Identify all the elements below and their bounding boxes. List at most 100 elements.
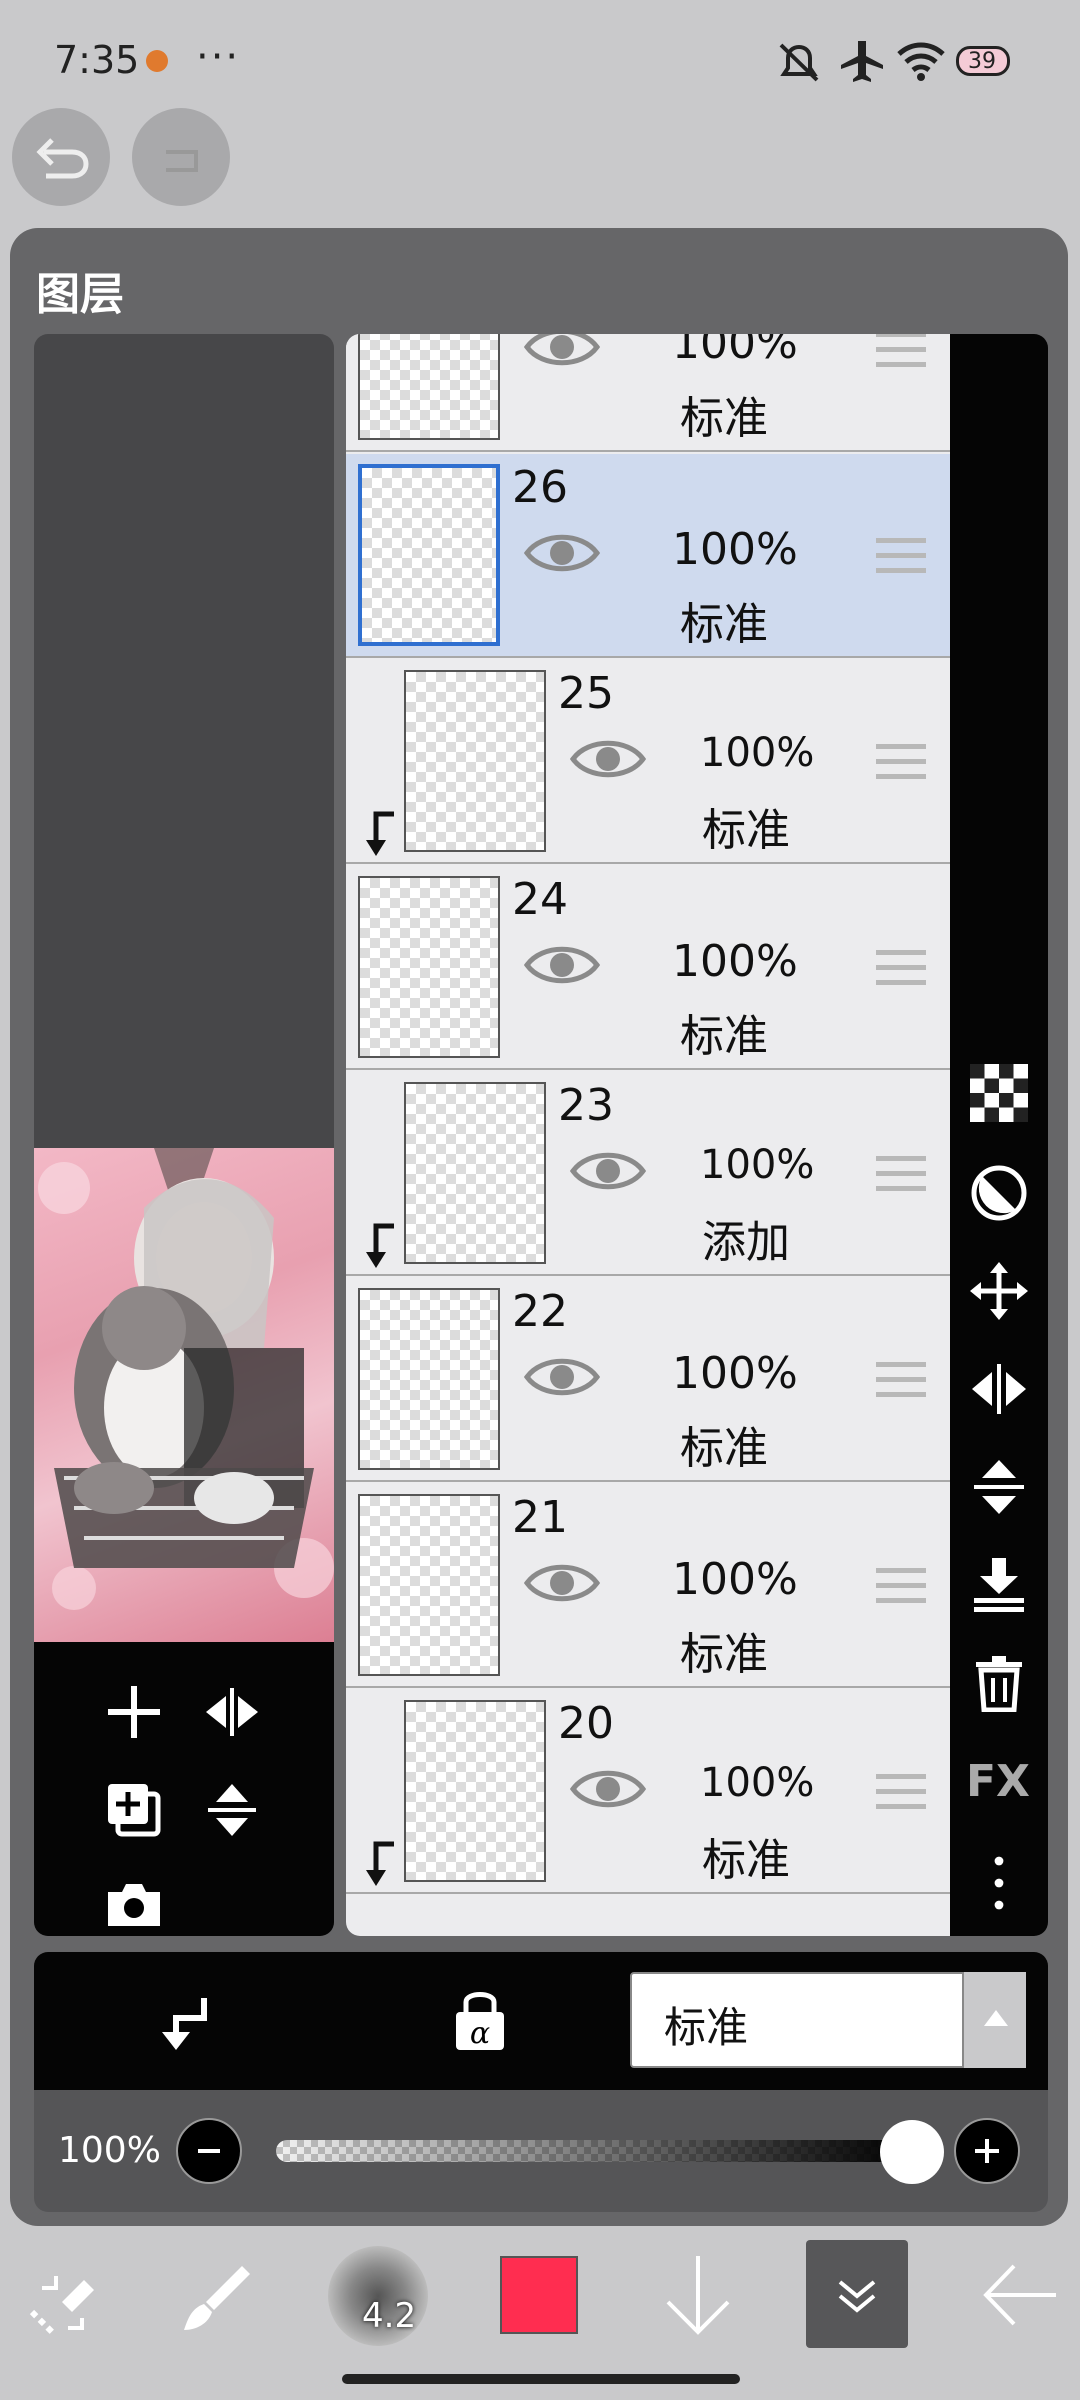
svg-text:α: α	[470, 2016, 490, 2051]
layer-opacity: 100%	[672, 1554, 798, 1605]
visibility-eye-icon[interactable]	[524, 1558, 600, 1608]
collapse-icon[interactable]	[834, 2276, 880, 2318]
layer-number: 23	[558, 1080, 614, 1131]
visibility-eye-icon[interactable]	[570, 1764, 646, 1814]
half-circle-icon[interactable]	[970, 1164, 1028, 1222]
visibility-eye-icon[interactable]	[524, 528, 600, 578]
opacity-increase-button[interactable]	[954, 2118, 1020, 2184]
fx-icon[interactable]: FX	[966, 1756, 1036, 1814]
opacity-label: 100%	[58, 2130, 161, 2171]
move-icon[interactable]	[970, 1262, 1028, 1320]
clip-arrow-icon	[366, 1841, 394, 1886]
transform-tool-icon[interactable]	[22, 2262, 102, 2342]
layer-thumbnail[interactable]	[404, 670, 546, 852]
layer-thumbnail[interactable]	[404, 1082, 546, 1264]
plus-icon	[975, 2139, 999, 2163]
drag-handle-icon[interactable]	[874, 946, 928, 990]
fx-label: FX	[966, 1756, 1030, 1807]
redo-button[interactable]	[132, 108, 230, 206]
layer-thumbnail[interactable]	[358, 1494, 500, 1676]
blend-mode-value: 标准	[664, 2003, 749, 2052]
triangle-up-icon	[984, 2010, 1008, 2026]
add-layer-icon[interactable]	[104, 1682, 164, 1742]
layer-blend-mode: 标准	[680, 393, 768, 444]
flip-vertical-icon[interactable]	[202, 1780, 262, 1840]
arrow-down-icon[interactable]	[660, 2252, 736, 2338]
layer-opacity: 100%	[700, 1142, 815, 1188]
undo-button[interactable]	[12, 108, 110, 206]
layer-number: 20	[558, 1698, 614, 1749]
layer-number: 24	[512, 874, 568, 925]
battery-icon: 39	[956, 46, 1010, 76]
notification-icon	[146, 50, 168, 72]
layer-thumbnail[interactable]	[404, 1700, 546, 1882]
drag-handle-icon[interactable]	[874, 1152, 928, 1196]
flip-horizontal-icon[interactable]	[970, 1360, 1028, 1418]
visibility-eye-icon[interactable]	[570, 734, 646, 784]
layer-blend-mode: 标准	[680, 1629, 768, 1680]
mute-icon	[779, 43, 819, 82]
layer-opacity: 100%	[672, 936, 798, 987]
layer-tools-box	[34, 1642, 334, 1936]
layer-blend-mode: 标准	[702, 805, 790, 856]
layer-number: 22	[512, 1286, 568, 1337]
duplicate-layer-icon[interactable]	[104, 1780, 164, 1840]
layer-row[interactable]: 21 100% 标准	[346, 1484, 950, 1688]
drag-handle-icon[interactable]	[874, 334, 928, 372]
visibility-eye-icon[interactable]	[524, 334, 600, 372]
layer-thumbnail[interactable]	[358, 876, 500, 1058]
artwork-thumbnail[interactable]	[34, 1148, 334, 1642]
drag-handle-icon[interactable]	[874, 740, 928, 784]
battery-level: 39	[968, 49, 996, 74]
brush-size-value: 4.2	[362, 2296, 417, 2336]
opacity-slider-track[interactable]	[276, 2140, 910, 2162]
status-time: 7:35	[54, 38, 140, 82]
blend-mode-arrow[interactable]	[962, 1972, 1026, 2068]
wifi-icon	[897, 42, 945, 81]
layer-blend-mode: 标准	[680, 599, 768, 650]
drag-handle-icon[interactable]	[874, 1564, 928, 1608]
layer-number: 21	[512, 1492, 568, 1543]
visibility-eye-icon[interactable]	[524, 940, 600, 990]
color-swatch[interactable]	[500, 2256, 578, 2334]
layer-list[interactable]: 27100%标准26100%标准25100%标准24100%标准23100%添加…	[346, 334, 950, 1936]
visibility-eye-icon[interactable]	[524, 1352, 600, 1402]
layer-row[interactable]: 20 100% 标准	[346, 1690, 950, 1894]
flip-horizontal-icon[interactable]	[202, 1682, 262, 1742]
clipping-icon[interactable]	[154, 1992, 214, 2054]
status-bar: 7:35 ··· 39	[0, 0, 1080, 110]
opacity-slider-knob[interactable]	[880, 2120, 944, 2184]
layer-row[interactable]: 22 100% 标准	[346, 1278, 950, 1482]
drag-handle-icon[interactable]	[874, 1358, 928, 1402]
brush-tool-icon[interactable]	[176, 2258, 256, 2338]
layer-thumbnail[interactable]	[358, 334, 500, 440]
redo-icon	[166, 150, 198, 172]
undo-icon	[36, 138, 89, 179]
layer-right-toolbar: FX	[950, 334, 1048, 1936]
layer-row[interactable]: 27100%标准	[346, 334, 950, 452]
layer-row[interactable]: 23 100% 添加	[346, 1072, 950, 1276]
layer-opacity: 100%	[672, 524, 798, 575]
back-arrow-icon[interactable]	[980, 2262, 1060, 2328]
drag-handle-icon[interactable]	[874, 1770, 928, 1814]
trash-icon[interactable]	[970, 1654, 1028, 1712]
alpha-lock-icon[interactable]: α	[452, 1986, 508, 2052]
layer-opacity: 100%	[700, 1760, 815, 1806]
layer-thumbnail[interactable]	[358, 464, 500, 646]
airplane-icon	[841, 41, 883, 82]
checker-icon[interactable]	[970, 1064, 1028, 1122]
drag-handle-icon[interactable]	[874, 534, 928, 578]
layer-thumbnail[interactable]	[358, 1288, 500, 1470]
camera-icon[interactable]	[104, 1878, 164, 1930]
home-indicator[interactable]	[342, 2374, 740, 2384]
layer-number: 26	[512, 462, 568, 513]
layer-opacity: 100%	[700, 730, 815, 776]
layer-row[interactable]: 26 100% 标准	[346, 454, 950, 658]
merge-down-icon[interactable]	[970, 1556, 1028, 1614]
layer-row[interactable]: 25 100% 标准	[346, 660, 950, 864]
layer-row[interactable]: 24 100% 标准	[346, 866, 950, 1070]
flip-vertical-icon[interactable]	[970, 1458, 1028, 1516]
visibility-eye-icon[interactable]	[570, 1146, 646, 1196]
more-vertical-icon[interactable]	[970, 1854, 1028, 1912]
opacity-decrease-button[interactable]	[176, 2118, 242, 2184]
